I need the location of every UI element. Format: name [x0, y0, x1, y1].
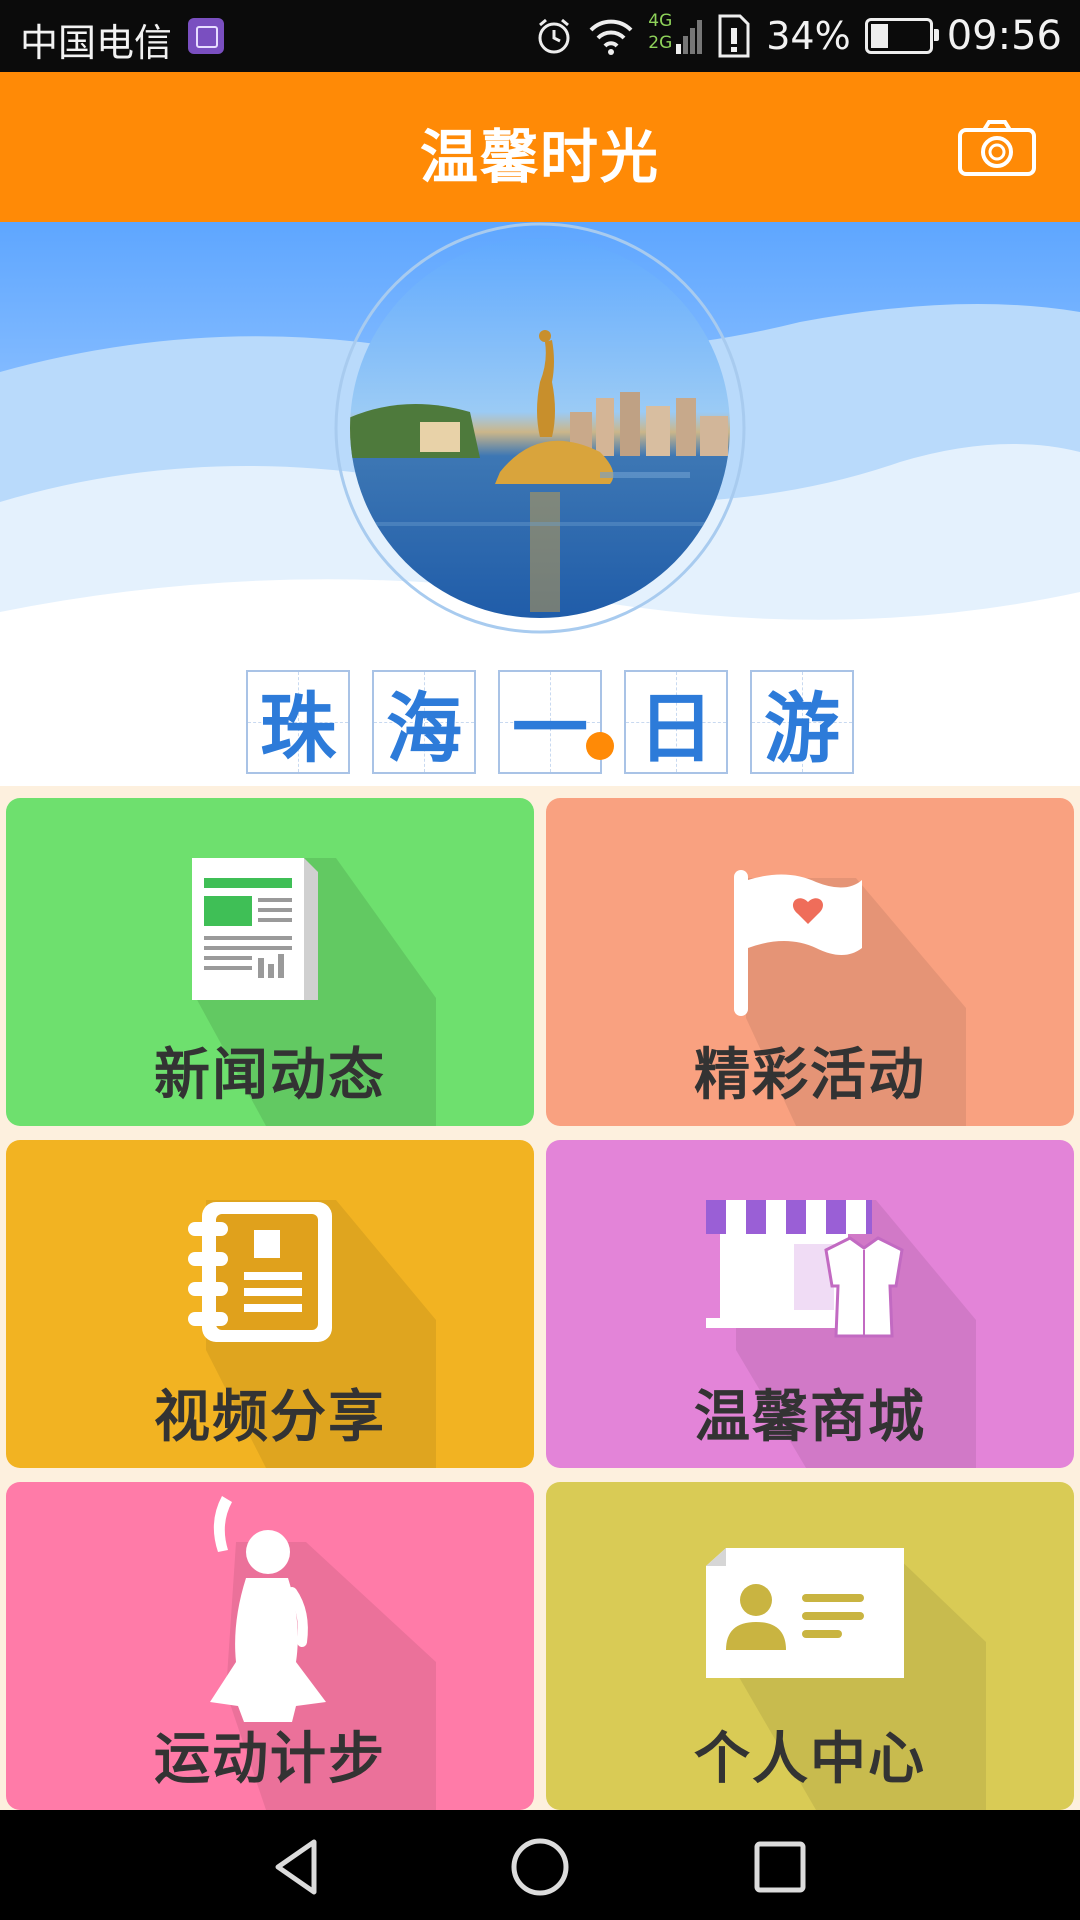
tile-label: 精彩活动 — [694, 1043, 926, 1108]
caption-dot — [586, 732, 614, 760]
battery-icon — [864, 18, 939, 54]
tile-activities[interactable]: 精彩活动 — [546, 798, 1074, 1126]
status-icons: 4G 2G 34% 09:56 — [534, 10, 1062, 62]
tile-profile[interactable]: 个人中心 — [546, 1482, 1074, 1810]
tile-label: 个人中心 — [694, 1727, 926, 1792]
caption-char: 珠 — [246, 670, 350, 774]
banner-caption: 珠 海 一 日 游 — [246, 670, 854, 780]
caption-char: 海 — [372, 670, 476, 774]
camera-icon[interactable] — [958, 120, 1036, 176]
tile-shop[interactable]: 温馨商城 — [546, 1140, 1074, 1468]
page-title: 温馨时光 — [419, 123, 660, 191]
app-header: 温馨时光 — [0, 72, 1080, 222]
tile-video[interactable]: 视频分享 — [6, 1140, 534, 1468]
recents-icon[interactable] — [745, 1832, 815, 1902]
carrier-label: 中国电信 — [20, 21, 173, 65]
tile-news[interactable]: 新闻动态 — [6, 798, 534, 1126]
banner[interactable]: 珠 海 一 日 游 — [0, 222, 1080, 786]
caption-char: 一 — [498, 670, 602, 774]
system-nav-bar — [0, 1810, 1080, 1920]
tile-label: 新闻动态 — [154, 1043, 386, 1108]
clock: 09:56 — [946, 13, 1062, 59]
tile-label: 运动计步 — [154, 1727, 386, 1792]
wifi-icon — [589, 19, 633, 55]
caption-char: 游 — [750, 670, 854, 774]
gallery-notification-icon — [188, 18, 224, 54]
caption-char: 日 — [624, 670, 728, 774]
status-bar: 中国电信 4G 2G 34% 09:56 — [0, 0, 1080, 72]
tile-pedometer[interactable]: 运动计步 — [6, 1482, 534, 1810]
tile-label: 视频分享 — [154, 1385, 386, 1450]
back-icon[interactable] — [264, 1832, 334, 1902]
battery-percent: 34% — [766, 14, 851, 58]
signal-icon: 4G 2G — [648, 11, 703, 58]
home-icon[interactable] — [505, 1832, 575, 1902]
sim-alert-icon — [718, 14, 750, 58]
alarm-icon — [538, 18, 570, 54]
tile-label: 温馨商城 — [694, 1385, 926, 1450]
